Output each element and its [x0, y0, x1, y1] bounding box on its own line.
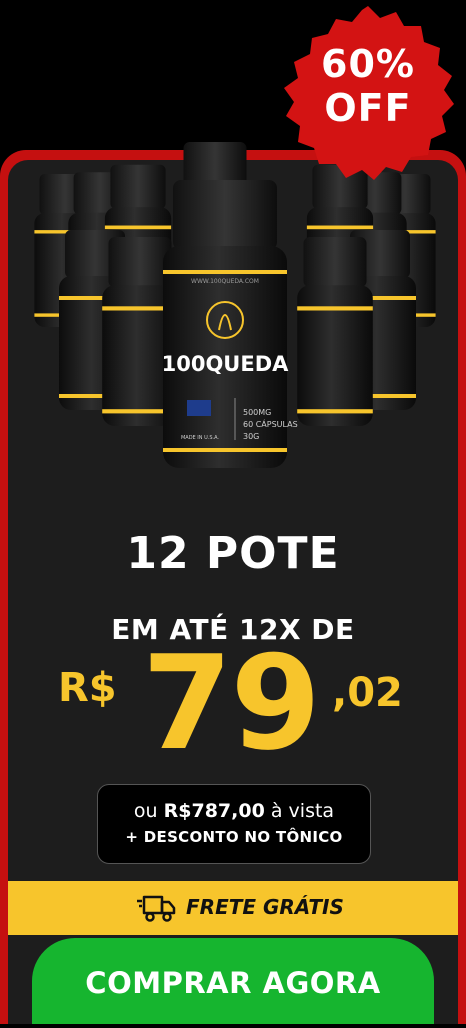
product-brand: 100QUEDA	[162, 352, 290, 376]
product-website: WWW.100QUEDA.COM	[191, 278, 259, 285]
free-shipping-label: FRETE GRÁTIS	[186, 895, 344, 919]
cash-price-box: ou R$787,00 à vista + DESCONTO NO TÔNICO	[97, 784, 371, 864]
truck-icon	[137, 895, 176, 922]
free-shipping-bar: FRETE GRÁTIS	[8, 881, 458, 935]
discount-off: OFF	[324, 86, 412, 130]
buy-now-button[interactable]: COMPRAR AGORA	[32, 938, 434, 1024]
offer-title: 12 POTE	[126, 528, 340, 579]
cash-amount: R$787,00	[163, 800, 265, 822]
product-spec-3: 30G	[243, 432, 259, 441]
product-spec-2: 60 CÁPSULAS	[243, 418, 298, 429]
product-spec-1: 500MG	[243, 408, 271, 417]
cash-prefix: ou	[133, 800, 158, 822]
cash-price-line: ou R$787,00 à vista	[98, 800, 370, 822]
discount-badge-text: 60% OFF	[276, 42, 460, 130]
cash-bonus: + DESCONTO NO TÔNICO	[125, 828, 343, 846]
price-cents: ,02	[332, 670, 403, 716]
price-currency: R$	[58, 665, 117, 711]
price-integer: 79	[142, 627, 321, 779]
cash-suffix: à vista	[270, 800, 335, 822]
product-origin: MADE IN U.S.A.	[181, 435, 219, 441]
discount-percent: 60%	[321, 42, 415, 86]
